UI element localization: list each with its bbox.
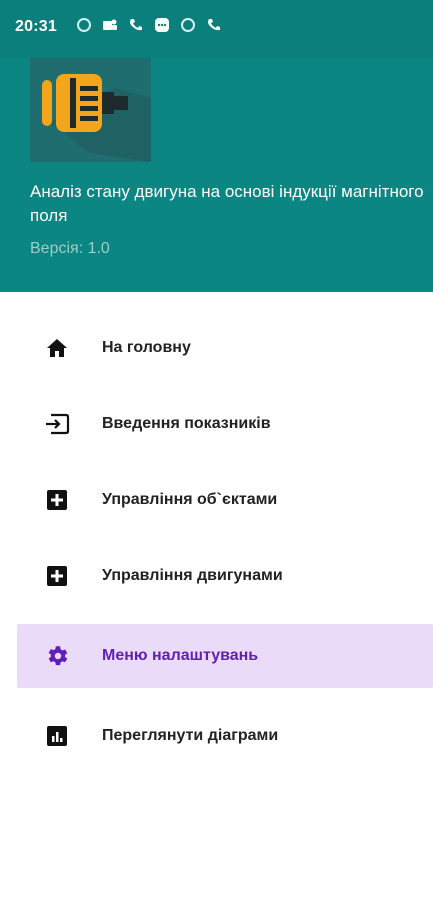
menu-item-manage-engines[interactable]: Управління двигунами <box>17 544 433 608</box>
menu-item-settings[interactable]: Меню налаштувань <box>17 624 433 688</box>
menu-item-label: Переглянути діаграми <box>102 727 279 744</box>
app-version: Версія: 1.0 <box>30 240 110 257</box>
add-box-icon <box>43 562 71 590</box>
status-bar: 20:31 <box>0 0 433 58</box>
menu-item-label: На головну <box>102 339 191 356</box>
home-icon <box>43 334 71 362</box>
teams-icon <box>102 17 118 33</box>
input-icon <box>43 410 71 438</box>
drawer-header: Аналіз стану двигуна на основі індукції … <box>0 58 433 292</box>
chart-icon <box>43 722 71 750</box>
menu-item-home[interactable]: На головну <box>17 316 433 380</box>
phone-icon <box>206 17 222 33</box>
app-logo <box>30 58 151 162</box>
gear-icon <box>43 642 71 670</box>
chat-icon <box>154 17 170 33</box>
menu-item-input-indicators[interactable]: Введення показників <box>17 392 433 456</box>
add-box-icon <box>43 486 71 514</box>
phone-icon <box>128 17 144 33</box>
menu-item-label: Управління об`єктами <box>102 491 278 508</box>
menu-item-view-charts[interactable]: Переглянути діаграми <box>17 704 433 768</box>
notification-circle-icon <box>76 17 92 33</box>
menu-item-manage-objects[interactable]: Управління об`єктами <box>17 468 433 532</box>
menu-item-label: Управління двигунами <box>102 567 283 584</box>
menu-item-label: Введення показників <box>102 415 271 432</box>
notification-circle-icon <box>180 17 196 33</box>
app-title: Аналіз стану двигуна на основі індукції … <box>30 182 424 225</box>
menu-item-label: Меню налаштувань <box>102 647 259 664</box>
status-icons <box>76 17 222 33</box>
status-time: 20:31 <box>15 18 57 35</box>
motor-icon <box>30 58 151 162</box>
